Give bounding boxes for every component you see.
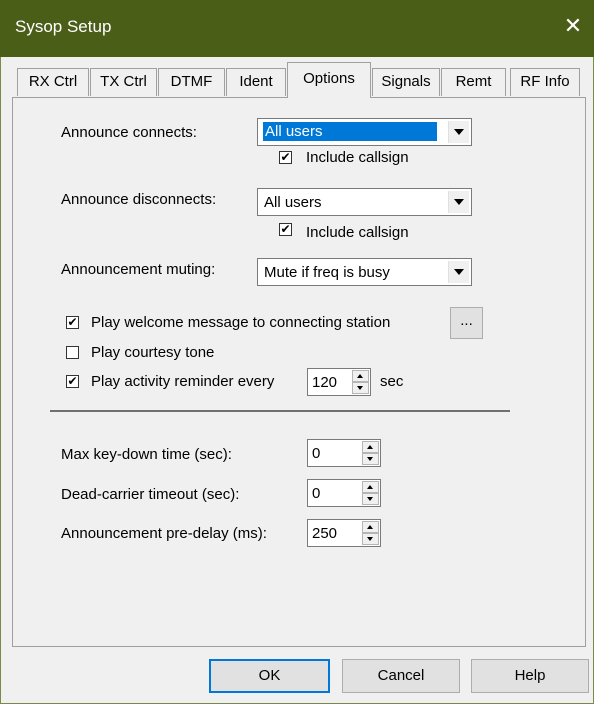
- activity-reminder-value: 120: [312, 374, 338, 391]
- tab-ident[interactable]: Ident: [226, 68, 286, 96]
- activity-reminder-label: Play activity reminder every: [91, 373, 275, 390]
- browse-welcome-button[interactable]: ...: [450, 307, 483, 339]
- dead-carrier-spinner[interactable]: 0: [307, 479, 381, 507]
- welcome-message-label: Play welcome message to connecting stati…: [91, 314, 391, 331]
- check-icon: ✔: [67, 374, 78, 388]
- max-keydown-value: 0: [312, 445, 321, 462]
- spin-up-icon[interactable]: [362, 441, 379, 453]
- announce-disconnects-value: All users: [264, 194, 322, 211]
- tab-signals[interactable]: Signals: [372, 68, 440, 96]
- check-icon: ✔: [280, 150, 291, 164]
- announce-connects-value: All users: [263, 122, 437, 141]
- pre-delay-value: 250: [312, 525, 338, 542]
- include-callsign-connects-label: Include callsign: [306, 149, 409, 166]
- tab-options[interactable]: Options: [287, 62, 371, 98]
- activity-reminder-spinner[interactable]: 120: [307, 368, 371, 396]
- pre-delay-spinner[interactable]: 250: [307, 519, 381, 547]
- dead-carrier-value: 0: [312, 485, 321, 502]
- announce-disconnects-select[interactable]: All users: [257, 188, 472, 216]
- announcement-muting-value: Mute if freq is busy: [264, 264, 390, 281]
- chevron-down-icon[interactable]: [448, 191, 469, 213]
- announcement-muting-label: Announcement muting:: [61, 261, 216, 278]
- max-keydown-label: Max key-down time (sec):: [61, 446, 232, 463]
- separator: [50, 410, 510, 412]
- close-icon[interactable]: ✕: [558, 8, 588, 44]
- chevron-down-icon[interactable]: [448, 261, 469, 283]
- courtesy-tone-label: Play courtesy tone: [91, 344, 215, 361]
- tab-rf-info[interactable]: RF Info: [510, 68, 580, 96]
- tab-dtmf[interactable]: DTMF: [158, 68, 225, 96]
- spin-up-icon[interactable]: [352, 370, 369, 382]
- check-icon: ✔: [67, 315, 78, 329]
- include-callsign-disconnects-label: Include callsign: [306, 224, 409, 241]
- dead-carrier-label: Dead-carrier timeout (sec):: [61, 486, 240, 503]
- include-callsign-disconnects-checkbox[interactable]: ✔: [279, 223, 292, 236]
- activity-reminder-unit: sec: [380, 373, 404, 390]
- tab-remt[interactable]: Remt: [441, 68, 506, 96]
- chevron-down-icon[interactable]: [448, 121, 469, 143]
- spin-down-icon[interactable]: [362, 493, 379, 505]
- tab-rx-ctrl[interactable]: RX Ctrl: [17, 68, 89, 96]
- spin-up-icon[interactable]: [362, 481, 379, 493]
- spin-down-icon[interactable]: [362, 453, 379, 465]
- spin-down-icon[interactable]: [362, 533, 379, 545]
- courtesy-tone-checkbox[interactable]: [66, 346, 79, 359]
- welcome-message-checkbox[interactable]: ✔: [66, 316, 79, 329]
- window-title: Sysop Setup: [15, 17, 112, 36]
- spin-up-icon[interactable]: [362, 521, 379, 533]
- tab-tx-ctrl[interactable]: TX Ctrl: [90, 68, 157, 96]
- include-callsign-connects-checkbox[interactable]: ✔: [279, 151, 292, 164]
- cancel-button[interactable]: Cancel: [342, 659, 460, 693]
- pre-delay-label: Announcement pre-delay (ms):: [61, 525, 267, 542]
- announce-disconnects-label: Announce disconnects:: [61, 191, 217, 208]
- title-bar: Sysop Setup ✕: [0, 0, 594, 57]
- help-button[interactable]: Help: [471, 659, 589, 693]
- ok-button[interactable]: OK: [209, 659, 330, 693]
- activity-reminder-checkbox[interactable]: ✔: [66, 375, 79, 388]
- announce-connects-select[interactable]: All users: [257, 118, 472, 146]
- announce-connects-label: Announce connects:: [61, 124, 197, 141]
- announcement-muting-select[interactable]: Mute if freq is busy: [257, 258, 472, 286]
- options-panel: [12, 97, 586, 647]
- check-icon: ✔: [280, 222, 291, 236]
- spin-down-icon[interactable]: [352, 382, 369, 394]
- max-keydown-spinner[interactable]: 0: [307, 439, 381, 467]
